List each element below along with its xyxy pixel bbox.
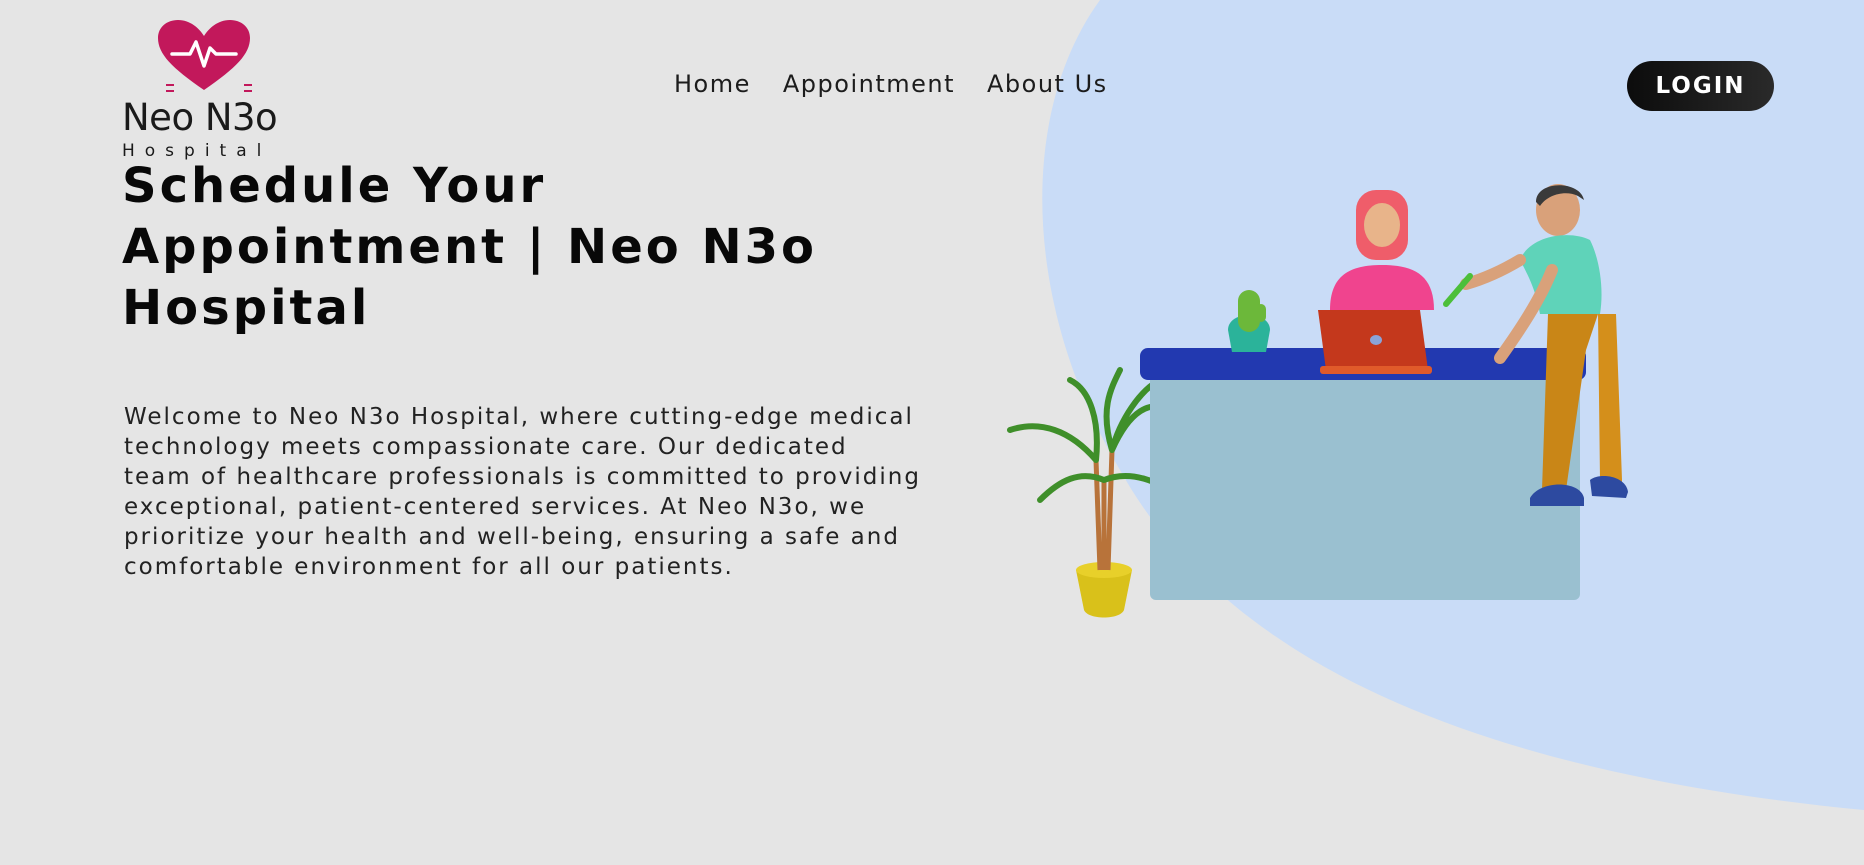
reception-desk-illustration xyxy=(1007,184,1628,618)
receptionist-figure xyxy=(1330,190,1434,310)
brand-name: Neo N3o xyxy=(122,96,278,139)
login-button[interactable]: LOGIN xyxy=(1627,61,1774,111)
nav-home-link[interactable]: Home xyxy=(674,70,751,98)
cactus-icon xyxy=(1228,290,1270,352)
site-header: Neo N3o Hospital Home Appointment About … xyxy=(0,0,1864,160)
laptop-icon xyxy=(1318,310,1432,374)
hero-description: Welcome to Neo N3o Hospital, where cutti… xyxy=(124,404,921,580)
heart-pulse-icon xyxy=(158,20,252,92)
nav-about-us-link[interactable]: About Us xyxy=(987,70,1108,98)
main-nav: Home Appointment About Us xyxy=(674,70,1108,98)
page-title: Schedule Your Appointment | Neo N3o Hosp… xyxy=(122,158,818,336)
brand-logo[interactable]: Neo N3o Hospital xyxy=(120,14,285,160)
nav-appointment-link[interactable]: Appointment xyxy=(783,70,955,98)
desk-shape xyxy=(1140,348,1586,600)
